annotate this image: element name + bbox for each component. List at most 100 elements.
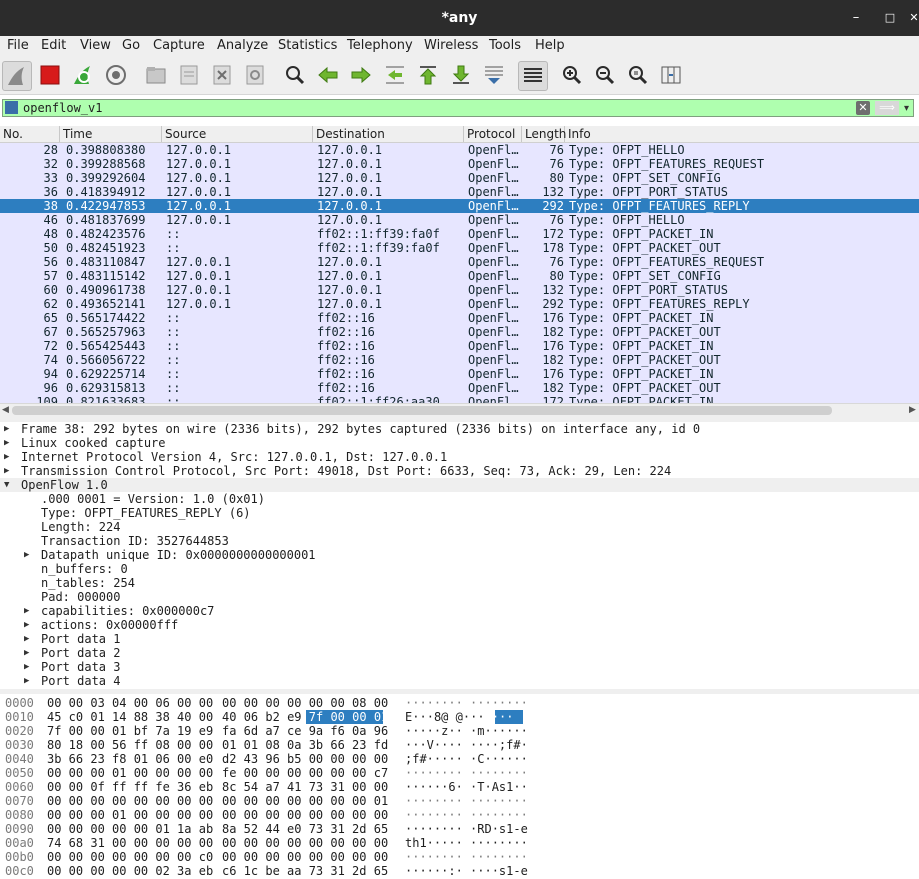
- bytes-row[interactable]: 0070 00 00 00 00 00 00 00 00 00 00 00 00 0…: [0, 794, 919, 808]
- detail-row[interactable]: ▶ Port data 4: [0, 674, 919, 688]
- pane-splitter-2[interactable]: [0, 689, 919, 694]
- expand-arrow-icon[interactable]: ▶: [24, 548, 29, 562]
- normal-size-icon[interactable]: [624, 61, 652, 89]
- detail-row[interactable]: ▶ Internet Protocol Version 4, Src: 127.0…: [0, 450, 919, 464]
- packet-row[interactable]: 60 0.490961738 127.0.0.1 127.0.0.1 OpenFl… 13…: [0, 283, 919, 297]
- detail-row[interactable]: ▶ Port data 1: [0, 632, 919, 646]
- detail-row[interactable]: n_buffers: 0: [0, 562, 919, 576]
- scroll-right-icon[interactable]: ▶: [909, 404, 916, 417]
- bytes-row[interactable]: 00a0 74 68 31 00 00 00 00 00 00 00 00 00 0…: [0, 836, 919, 850]
- expand-arrow-icon[interactable]: ▶: [4, 422, 9, 436]
- menu-statistics[interactable]: Statistics: [278, 38, 337, 53]
- expand-arrow-icon[interactable]: ▶: [24, 660, 29, 674]
- detail-row[interactable]: ▶ Port data 3: [0, 660, 919, 674]
- column-source[interactable]: Source: [162, 126, 313, 142]
- auto-scroll-icon[interactable]: [480, 61, 508, 89]
- expand-arrow-icon[interactable]: ▶: [24, 604, 29, 618]
- detail-row[interactable]: .000 0001 = Version: 1.0 (0x01): [0, 492, 919, 506]
- packet-row[interactable]: 32 0.399288568 127.0.0.1 127.0.0.1 OpenFl… 76…: [0, 157, 919, 171]
- bytes-row[interactable]: 0090 00 00 00 00 00 01 1a ab 8a 52 44 e0 7…: [0, 822, 919, 836]
- open-file-icon[interactable]: [142, 61, 170, 89]
- bytes-row[interactable]: 0040 3b 66 23 f8 01 06 00 e0 d2 43 96 b5 0…: [0, 752, 919, 766]
- apply-filter-icon[interactable]: ⟹: [875, 101, 899, 115]
- menu-help[interactable]: Help: [535, 38, 565, 53]
- packet-row[interactable]: 57 0.483115142 127.0.0.1 127.0.0.1 OpenFl… 80…: [0, 269, 919, 283]
- detail-row[interactable]: ▶ Transmission Control Protocol, Src Port…: [0, 464, 919, 478]
- close-file-icon[interactable]: [208, 61, 236, 89]
- packet-row[interactable]: 28 0.398808380 127.0.0.1 127.0.0.1 OpenFl… 76…: [0, 143, 919, 157]
- display-filter-input[interactable]: openflow_v1 ✕ ⟹ ▾: [2, 99, 914, 117]
- menu-go[interactable]: Go: [122, 38, 140, 53]
- shark-fin-start-icon[interactable]: [2, 61, 32, 91]
- packet-row[interactable]: 56 0.483110847 127.0.0.1 127.0.0.1 OpenFl… 76…: [0, 255, 919, 269]
- column-time[interactable]: Time: [60, 126, 162, 142]
- stop-capture-icon[interactable]: [36, 61, 64, 89]
- packet-row[interactable]: 33 0.399292604 127.0.0.1 127.0.0.1 OpenFl… 80…: [0, 171, 919, 185]
- menu-view[interactable]: View: [80, 38, 111, 53]
- detail-row[interactable]: ▶ Port data 2: [0, 646, 919, 660]
- menu-tools[interactable]: Tools: [489, 38, 521, 53]
- packet-row[interactable]: 72 0.565425443:: ff02::16 OpenFl… 176 Type: O…: [0, 339, 919, 353]
- packet-row[interactable]: 94 0.629225714:: ff02::16 OpenFl… 176 Type: O…: [0, 367, 919, 381]
- maximize-button[interactable]: □: [878, 0, 902, 36]
- filter-dropdown-icon[interactable]: ▾: [904, 100, 914, 117]
- bytes-row[interactable]: 0020 7f 00 00 01 bf 7a 19 e9 fa 6d a7 ce 9…: [0, 724, 919, 738]
- save-file-icon[interactable]: [175, 61, 203, 89]
- go-first-icon[interactable]: [414, 61, 442, 89]
- bookmark-icon[interactable]: [5, 101, 18, 114]
- packet-row[interactable]: 38 0.422947853 127.0.0.1 127.0.0.1 OpenFl… 29…: [0, 199, 919, 213]
- find-packet-icon[interactable]: [281, 61, 309, 89]
- menu-capture[interactable]: Capture: [153, 38, 205, 53]
- packet-row[interactable]: 36 0.418394912 127.0.0.1 127.0.0.1 OpenFl… 13…: [0, 185, 919, 199]
- menu-file[interactable]: File: [7, 38, 29, 53]
- packet-row[interactable]: 65 0.565174422:: ff02::16 OpenFl… 176 Type: O…: [0, 311, 919, 325]
- expand-arrow-icon[interactable]: ▶: [4, 450, 9, 464]
- zoom-in-icon[interactable]: [558, 61, 586, 89]
- go-back-icon[interactable]: [314, 61, 342, 89]
- scroll-left-icon[interactable]: ◀: [2, 404, 9, 417]
- reload-file-icon[interactable]: [241, 61, 269, 89]
- packet-list-hscrollbar[interactable]: ◀ ▶: [0, 403, 919, 418]
- go-last-icon[interactable]: [447, 61, 475, 89]
- zoom-out-icon[interactable]: [591, 61, 619, 89]
- menu-telephony[interactable]: Telephony: [347, 38, 413, 53]
- column-protocol[interactable]: Protocol: [464, 126, 522, 142]
- detail-row[interactable]: Type: OFPT_FEATURES_REPLY (6): [0, 506, 919, 520]
- capture-options-icon[interactable]: [102, 61, 130, 89]
- bytes-row[interactable]: 0080 00 00 00 01 00 00 00 00 00 00 00 00 0…: [0, 808, 919, 822]
- detail-row[interactable]: ▶ actions: 0x00000fff: [0, 618, 919, 632]
- bytes-row[interactable]: 0010 45 c0 01 14 88 38 40 00 40 06 b2 e9 7…: [0, 710, 919, 724]
- column-info[interactable]: Info: [565, 126, 919, 142]
- packet-row[interactable]: 48 0.482423576:: ff02::1:ff39:fa0f OpenFl… 1…: [0, 227, 919, 241]
- go-to-packet-icon[interactable]: [381, 61, 409, 89]
- resize-columns-icon[interactable]: [657, 61, 685, 89]
- detail-row[interactable]: n_tables: 254: [0, 576, 919, 590]
- packet-row[interactable]: 109 0.821633683:: ff02::1:ff26:aa30 OpenFl……: [0, 395, 919, 403]
- bytes-row[interactable]: 0050 00 00 00 01 00 00 00 00 fe 00 00 00 0…: [0, 766, 919, 780]
- detail-row[interactable]: ▶ Datapath unique ID: 0x0000000000000001: [0, 548, 919, 562]
- packet-row[interactable]: 50 0.482451923:: ff02::1:ff39:fa0f OpenFl… 1…: [0, 241, 919, 255]
- filter-text[interactable]: openflow_v1: [23, 100, 102, 117]
- bytes-row[interactable]: 0060 00 00 0f ff ff fe 36 eb 8c 54 a7 41 7…: [0, 780, 919, 794]
- column-length[interactable]: Length: [522, 126, 566, 142]
- collapse-arrow-icon[interactable]: ▼: [4, 478, 9, 492]
- colorize-icon[interactable]: [518, 61, 548, 91]
- expand-arrow-icon[interactable]: ▶: [24, 646, 29, 660]
- detail-row[interactable]: ▶ Frame 38: 292 bytes on wire (2336 bits)…: [0, 422, 919, 436]
- detail-row[interactable]: ▶ Linux cooked capture: [0, 436, 919, 450]
- restart-capture-icon[interactable]: [69, 61, 97, 89]
- expand-arrow-icon[interactable]: ▶: [24, 632, 29, 646]
- packet-row[interactable]: 62 0.493652141 127.0.0.1 127.0.0.1 OpenFl… 29…: [0, 297, 919, 311]
- column-no[interactable]: No.: [0, 126, 60, 142]
- detail-row[interactable]: Pad: 000000: [0, 590, 919, 604]
- bytes-row[interactable]: 0030 80 18 00 56 ff 08 00 00 01 01 08 0a 3…: [0, 738, 919, 752]
- packet-row[interactable]: 96 0.629315813:: ff02::16 OpenFl… 182 Type: O…: [0, 381, 919, 395]
- minimize-button[interactable]: –: [844, 0, 868, 36]
- expand-arrow-icon[interactable]: ▶: [4, 464, 9, 478]
- packet-row[interactable]: 67 0.565257963:: ff02::16 OpenFl… 182 Type: O…: [0, 325, 919, 339]
- expand-arrow-icon[interactable]: ▶: [24, 674, 29, 688]
- clear-filter-icon[interactable]: ✕: [856, 101, 870, 115]
- menu-wireless[interactable]: Wireless: [424, 38, 478, 53]
- expand-arrow-icon[interactable]: ▶: [4, 436, 9, 450]
- packet-row[interactable]: 74 0.566056722:: ff02::16 OpenFl… 182 Type: O…: [0, 353, 919, 367]
